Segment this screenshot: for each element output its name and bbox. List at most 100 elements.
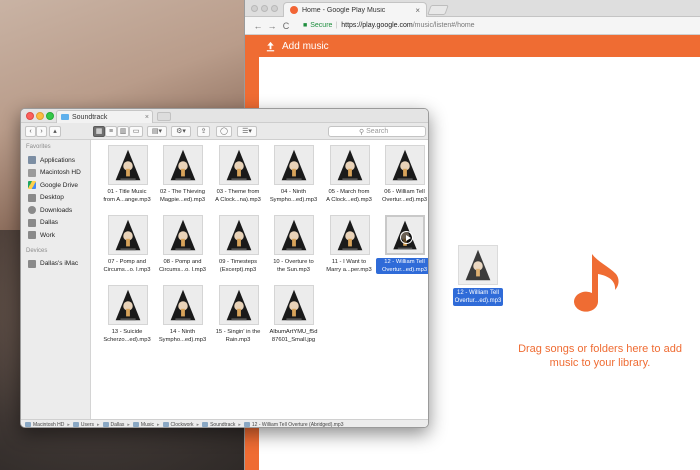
file-name: 01 - Title Music from A...ange.mp3 [103, 189, 151, 203]
file-item[interactable]: AlbumArtYMU_f5d 87601_Small.jpg [267, 285, 322, 351]
back-arrow-icon[interactable]: ← [251, 21, 265, 31]
sidebar-item-dallas[interactable]: Dallas [21, 217, 90, 230]
sidebar-item-applications[interactable]: Applications [21, 154, 90, 167]
file-item[interactable]: 13 - Suicide Scherzo...ed).mp3 [100, 285, 155, 351]
sidebar-item-dallass-imac[interactable]: Dallas's iMac [21, 258, 90, 271]
icon-view-button[interactable]: ▦ [93, 126, 105, 137]
tags-icon[interactable]: ◯ [216, 126, 232, 137]
file-item[interactable]: 05 - March from A Clock...ed).mp3 [322, 145, 377, 211]
google-drive-icon [28, 181, 36, 190]
path-crumb[interactable]: Macintosh HD [25, 421, 65, 428]
sidebar-item-macintosh-hd[interactable]: Macintosh HD [21, 167, 90, 180]
close-button[interactable] [26, 112, 34, 120]
file-item[interactable]: 03 - Theme from A Clock...na).mp3 [211, 145, 266, 211]
file-item[interactable]: 15 - Singin' in the Rain.mp3 [211, 285, 266, 351]
minimize-button[interactable] [36, 112, 44, 120]
drag-ghost-thumbnail [458, 245, 498, 285]
path-crumb[interactable]: Music [132, 422, 154, 427]
album-art-icon [164, 286, 202, 324]
file-thumbnail [385, 145, 425, 185]
file-item[interactable]: 08 - Pomp and Circums...o. I.mp3 [156, 215, 211, 281]
sidebar-item-downloads[interactable]: Downloads [21, 204, 90, 217]
album-art-icon [459, 246, 497, 284]
file-item[interactable]: 04 - Ninth Sympho...ed).mp3 [267, 145, 322, 211]
folder-icon [102, 422, 109, 427]
url-path: /music/listen#/home [412, 22, 475, 29]
album-art-icon [108, 286, 147, 324]
path-crumb[interactable]: 12 - William Tell Overture (Abridged).mp… [243, 422, 344, 427]
file-thumbnail [385, 215, 425, 255]
album-art-icon [219, 286, 258, 324]
path-crumb[interactable]: Soundtrack [202, 422, 235, 427]
column-view-button[interactable]: ▥ [117, 126, 129, 137]
chrome-zoom-dot[interactable] [271, 5, 278, 12]
finder-sidebar: Favorites Applications Macintosh HD Goog… [21, 140, 91, 419]
tab-soundtrack[interactable]: Soundtrack × [56, 110, 153, 123]
file-item[interactable]: 11 - I Want to Marry a...per.mp3 [322, 215, 377, 281]
finder-tab-title: Soundtrack [72, 113, 108, 121]
path-separator-icon: ▸ [96, 421, 100, 428]
album-art-icon [108, 216, 147, 254]
file-thumbnail [274, 145, 314, 185]
album-art-icon [275, 286, 313, 324]
file-item[interactable]: 02 - The Thieving Magpie...ed).mp3 [156, 145, 211, 211]
path-crumb-label: Macintosh HD [33, 421, 65, 428]
path-separator-icon: ▸ [127, 421, 130, 428]
file-name: 03 - Theme from A Clock...na).mp3 [215, 189, 261, 203]
album-art-icon [219, 146, 258, 184]
address-bar[interactable]: ■ Secure | https://play.google.com/music… [299, 19, 679, 32]
file-item[interactable]: 06 - William Tell Overtur...ed).mp3 [378, 145, 429, 211]
zoom-button[interactable] [46, 112, 54, 120]
chrome-minimize-dot[interactable] [261, 5, 268, 12]
path-crumb[interactable]: Clockwork [162, 422, 194, 427]
folder-icon [162, 422, 169, 427]
folder-icon [25, 422, 31, 427]
sidebar-item-desktop[interactable]: Desktop [21, 192, 90, 205]
new-tab-button[interactable] [427, 5, 449, 15]
folder-icon [202, 422, 209, 427]
file-thumbnail [218, 215, 259, 255]
chrome-close-dot[interactable] [251, 5, 258, 12]
sidebar-item-work[interactable]: Work [21, 229, 90, 242]
group-by-button[interactable]: ▤▾ [147, 126, 167, 137]
back-button[interactable]: ‹ [25, 126, 36, 137]
path-crumb-label: Dallas [110, 421, 125, 428]
forward-button[interactable]: › [36, 126, 47, 137]
devices-heading: Devices [26, 247, 48, 254]
list-view-button[interactable]: ≡ [105, 126, 117, 137]
file-item[interactable]: 14 - Ninth Sympho...ed).mp3 [156, 285, 211, 351]
tab-title: Home - Google Play Music [302, 6, 386, 14]
file-item[interactable]: 12 - William Tell Overtur...ed).mp3 [375, 215, 428, 281]
search-input[interactable]: ⚲ Search [328, 126, 426, 137]
sidebar-item-label: Google Drive [40, 181, 78, 189]
forward-arrow-icon[interactable]: → [265, 21, 279, 31]
gallery-view-button[interactable]: ▭ [129, 126, 143, 137]
file-item[interactable]: 09 - Timesteps (Excerpt).mp3 [211, 215, 266, 281]
file-thumbnail [218, 145, 259, 185]
file-thumbnail [274, 215, 314, 255]
action-gear-icon[interactable]: ⚙▾ [171, 126, 191, 137]
eject-icon[interactable]: ▴ [49, 126, 61, 137]
file-name: 02 - The Thieving Magpie...ed).mp3 [159, 189, 206, 203]
lock-icon: ■ [303, 22, 308, 29]
reload-icon[interactable]: C [279, 21, 293, 31]
sidebar-item-label: Applications [40, 156, 76, 164]
play-icon[interactable] [400, 231, 413, 244]
applications-icon [28, 156, 36, 165]
file-item[interactable]: 07 - Pomp and Circums...o. I.mp3 [100, 215, 155, 281]
tab-close-icon[interactable]: × [415, 6, 420, 15]
album-art-icon [386, 146, 424, 184]
search-placeholder: Search [366, 128, 389, 135]
share-icon[interactable]: ⇪ [197, 126, 210, 137]
arrange-button[interactable]: ☰▾ [237, 126, 257, 137]
tab-google-play-music[interactable]: Home - Google Play Music × [283, 2, 427, 17]
file-item[interactable]: 01 - Title Music from A...ange.mp3 [100, 145, 155, 211]
finder-tab-close-icon[interactable]: × [145, 114, 149, 121]
path-crumb[interactable]: Dallas [102, 421, 125, 428]
upload-icon[interactable] [265, 41, 276, 52]
file-item[interactable]: 10 - Overture to the Sun.mp3 [267, 215, 322, 281]
desktop-icon [28, 193, 36, 202]
path-crumb[interactable]: Users [72, 422, 94, 427]
sidebar-item-google-drive[interactable]: Google Drive [21, 179, 90, 192]
finder-new-tab-button[interactable] [157, 112, 171, 121]
